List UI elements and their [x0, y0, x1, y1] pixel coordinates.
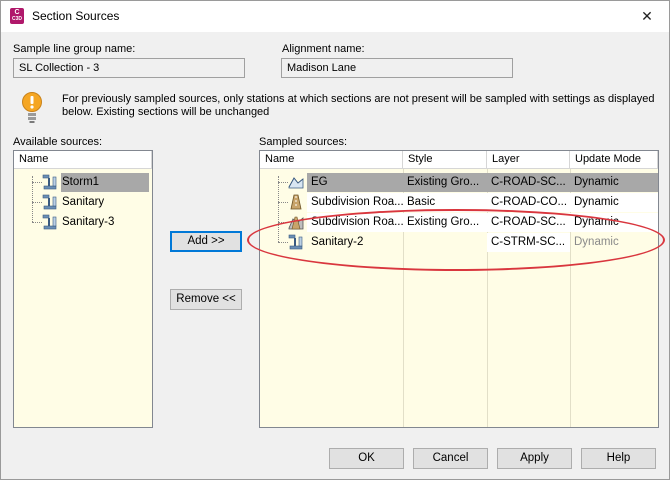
- sampled-row-mode[interactable]: Dynamic: [570, 193, 658, 212]
- add-button[interactable]: Add >>: [170, 231, 242, 252]
- corridor-icon: [290, 194, 302, 210]
- sampled-row-style[interactable]: Existing Gro...: [403, 213, 487, 232]
- window-title: Section Sources: [32, 9, 120, 23]
- sampled-mode-column-header[interactable]: Update Mode: [570, 151, 658, 169]
- remove-button[interactable]: Remove <<: [170, 289, 242, 310]
- available-item-label: Sanitary-3: [62, 216, 115, 228]
- sampled-row-style[interactable]: Basic: [403, 193, 487, 212]
- alignment-name-label: Alignment name:: [282, 43, 365, 55]
- sampled-row-name[interactable]: EG: [307, 173, 403, 192]
- help-button[interactable]: Help: [581, 448, 656, 469]
- sampled-name-column-header[interactable]: Name: [260, 151, 403, 169]
- tree-connector: [278, 202, 288, 203]
- close-button[interactable]: ✕: [625, 1, 669, 32]
- close-icon: ✕: [641, 8, 653, 24]
- cancel-button[interactable]: Cancel: [413, 448, 488, 469]
- sampled-row-name[interactable]: Subdivision Roa...: [307, 193, 403, 212]
- lightbulb-icon: [22, 92, 42, 123]
- section-sources-dialog: C C3D Section Sources ✕ Sample line grou…: [0, 0, 670, 480]
- sampled-row-layer[interactable]: C-ROAD-SC...: [487, 213, 570, 232]
- sampled-row-layer[interactable]: C-STRM-SC...: [487, 233, 570, 252]
- sampled-row-name[interactable]: Subdivision Roa...: [307, 213, 403, 232]
- title-bar: C C3D Section Sources ✕: [1, 1, 669, 32]
- info-message: For previously sampled sources, only sta…: [62, 93, 655, 118]
- alignment-name-field: Madison Lane: [281, 58, 513, 78]
- group-name-label: Sample line group name:: [13, 43, 136, 55]
- pipe-network-icon: [288, 234, 303, 250]
- available-sources-label: Available sources:: [13, 136, 103, 148]
- civil3d-app-icon: C C3D: [10, 8, 24, 24]
- sampled-row-layer[interactable]: C-ROAD-SC...: [487, 173, 570, 192]
- tree-connector: [278, 222, 288, 223]
- sampled-row-name[interactable]: Sanitary-2: [307, 233, 403, 252]
- tree-connector: [278, 242, 288, 243]
- available-item-label: Storm1: [62, 176, 100, 188]
- surface-icon: [288, 177, 304, 189]
- available-name-column-header[interactable]: Name: [14, 151, 152, 169]
- corridor-surface-icon: [288, 216, 304, 230]
- ok-button[interactable]: OK: [329, 448, 404, 469]
- tree-connector: [278, 182, 288, 183]
- available-item[interactable]: Sanitary-3: [40, 213, 150, 232]
- sampled-row-mode[interactable]: Dynamic: [570, 173, 658, 192]
- sampled-row-style[interactable]: Existing Gro...: [403, 173, 487, 192]
- app-badge-code: C3D: [11, 16, 22, 22]
- sampled-style-column-header[interactable]: Style: [403, 151, 487, 169]
- group-name-field: SL Collection - 3: [13, 58, 245, 78]
- sampled-sources-list[interactable]: Name Style Layer Update Mode EG Existing…: [259, 150, 659, 428]
- available-sources-list[interactable]: Name Storm1 Sanitary Sanitary-3: [13, 150, 153, 428]
- available-item[interactable]: Sanitary: [40, 193, 150, 212]
- sampled-row-mode: Dynamic: [574, 236, 619, 248]
- sampled-sources-label: Sampled sources:: [259, 136, 348, 148]
- tree-connector: [278, 176, 279, 242]
- pipe-network-icon: [42, 174, 57, 190]
- pipe-network-icon: [42, 194, 57, 210]
- app-badge-letter: C: [14, 9, 20, 16]
- sampled-row-layer[interactable]: C-ROAD-CO...: [487, 193, 570, 212]
- available-item-label: Sanitary: [62, 196, 105, 208]
- apply-button[interactable]: Apply: [497, 448, 572, 469]
- pipe-network-icon: [42, 214, 57, 230]
- sampled-row-mode[interactable]: Dynamic: [570, 213, 658, 232]
- sampled-row-style[interactable]: [403, 233, 487, 252]
- available-item[interactable]: Storm1: [40, 173, 150, 192]
- sampled-layer-column-header[interactable]: Layer: [487, 151, 570, 169]
